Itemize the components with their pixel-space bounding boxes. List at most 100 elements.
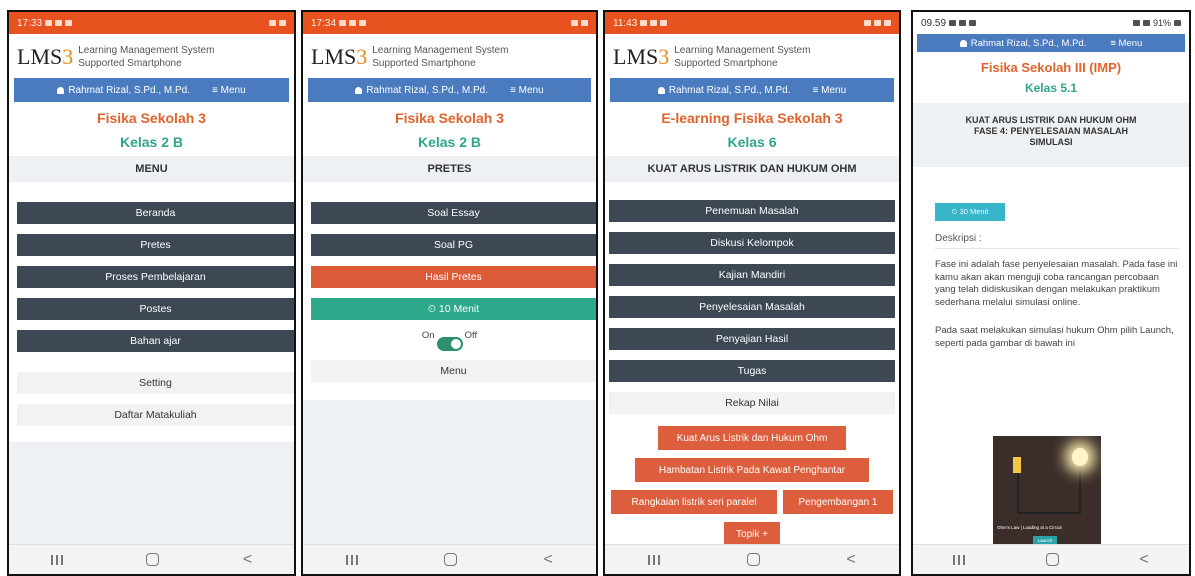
status-time: 17:33 bbox=[17, 17, 43, 29]
signal-icon bbox=[349, 20, 357, 26]
top-navbar: Rahmat Rizal, S.Pd., M.Pd. ≡ Menu bbox=[308, 78, 591, 102]
user-menu[interactable]: Rahmat Rizal, S.Pd., M.Pd. bbox=[355, 85, 488, 96]
lms3-logo[interactable]: LMS3 bbox=[17, 44, 73, 70]
battery-percent: 91% bbox=[1152, 18, 1171, 28]
phet-simulation-image[interactable]: Ohm's Law | Loading at a Circuit Launch bbox=[993, 436, 1101, 550]
home-icon[interactable] bbox=[746, 553, 760, 566]
penyelesaian-masalah-button[interactable]: Penyelesaian Masalah bbox=[609, 296, 895, 318]
status-bar: 11:43 bbox=[605, 12, 899, 34]
section-heading: PRETES bbox=[303, 156, 596, 182]
lms3-logo[interactable]: LMS3 bbox=[311, 44, 367, 70]
topic-pengembangan-button[interactable]: Pengembangan 1 bbox=[783, 490, 893, 514]
status-time: 09.59 bbox=[921, 17, 947, 29]
home-icon[interactable] bbox=[444, 553, 458, 566]
wifi-icon bbox=[571, 20, 578, 26]
on-off-toggle[interactable] bbox=[436, 337, 463, 351]
penyajian-hasil-button[interactable]: Penyajian Hasil bbox=[609, 328, 895, 350]
topic-list: Kuat Arus Listrik dan Hukum Ohm Hambatan… bbox=[605, 426, 899, 554]
menu-button[interactable]: ≡ Menu bbox=[510, 85, 544, 96]
course-title: Fisika Sekolah 3 bbox=[395, 110, 504, 126]
home-icon[interactable] bbox=[1045, 553, 1059, 566]
postes-button[interactable]: Postes bbox=[17, 298, 294, 320]
status-bar: 09.59 91% bbox=[913, 12, 1189, 34]
class-title: Kelas 5.1 bbox=[1024, 81, 1078, 95]
back-icon[interactable]: < bbox=[243, 551, 252, 569]
class-title: Kelas 2 B bbox=[417, 134, 482, 150]
battery-icon bbox=[1174, 20, 1181, 26]
top-navbar: Rahmat Rizal, S.Pd., M.Pd. ≡ Menu bbox=[14, 78, 289, 102]
kajian-mandiri-button[interactable]: Kajian Mandiri bbox=[609, 264, 895, 286]
menu-button[interactable]: ≡ Menu bbox=[212, 85, 246, 96]
battery-icon bbox=[279, 20, 286, 26]
mail-icon bbox=[660, 20, 668, 26]
top-navbar: Rahmat Rizal, S.Pd., M.Pd. ≡ Menu bbox=[917, 34, 1185, 52]
setting-button[interactable]: Setting bbox=[17, 372, 294, 394]
course-title: Fisika Sekolah III (IMP) bbox=[980, 60, 1122, 75]
whatsapp-icon bbox=[650, 20, 658, 26]
tugas-button[interactable]: Tugas bbox=[609, 360, 895, 382]
menu-button[interactable]: ≡ Menu bbox=[1110, 38, 1142, 49]
gallery-icon bbox=[640, 20, 648, 26]
user-icon bbox=[657, 86, 665, 94]
user-menu[interactable]: Rahmat Rizal, S.Pd., M.Pd. bbox=[959, 38, 1086, 49]
beranda-button[interactable]: Beranda bbox=[17, 202, 294, 224]
home-icon[interactable] bbox=[146, 553, 160, 566]
description-label: Deskripsi : bbox=[935, 233, 1179, 249]
lms3-logo[interactable]: LMS3 bbox=[613, 44, 669, 70]
empty-area bbox=[303, 400, 596, 544]
wifi-icon bbox=[1142, 20, 1150, 26]
class-title: Kelas 6 bbox=[727, 134, 777, 150]
status-bar: 17:33 bbox=[9, 12, 294, 34]
android-nav-bar: < bbox=[9, 544, 294, 574]
android-nav-bar: < bbox=[303, 544, 596, 574]
phone-screen-menu: 17:33 LMS3 Learning Management System Sup… bbox=[7, 10, 296, 576]
user-menu[interactable]: Rahmat Rizal, S.Pd., M.Pd. bbox=[657, 85, 791, 96]
phone-screen-topic: 11:43 LMS3 Learning Management System Sup… bbox=[603, 10, 901, 576]
hasil-pretes-button[interactable]: Hasil Pretes bbox=[311, 266, 596, 288]
back-icon[interactable]: < bbox=[846, 551, 855, 569]
user-icon bbox=[959, 39, 967, 47]
proses-pembelajaran-button[interactable]: Proses Pembelajaran bbox=[17, 266, 294, 288]
mail-icon bbox=[359, 20, 367, 26]
alarm-icon bbox=[864, 20, 871, 26]
daftar-matakuliah-button[interactable]: Daftar Matakuliah bbox=[17, 404, 294, 426]
app-header: LMS3 Learning Management System Supported… bbox=[303, 34, 596, 78]
topic-kuat-arus-button[interactable]: Kuat Arus Listrik dan Hukum Ohm bbox=[658, 426, 846, 450]
battery-graphic bbox=[1012, 456, 1022, 474]
diskusi-kelompok-button[interactable]: Diskusi Kelompok bbox=[609, 232, 895, 254]
bahan-ajar-button[interactable]: Bahan ajar bbox=[17, 330, 294, 352]
timer-badge: ⏲ 10 Menit bbox=[311, 298, 596, 320]
rekap-nilai-button[interactable]: Rekap Nilai bbox=[609, 392, 895, 414]
status-bar: 17:34 bbox=[303, 12, 596, 34]
recents-icon[interactable] bbox=[346, 554, 359, 565]
menu-button[interactable]: ≡ Menu bbox=[813, 85, 847, 96]
section-heading: MENU bbox=[9, 156, 294, 182]
status-time: 17:34 bbox=[311, 17, 337, 29]
topic-hambatan-button[interactable]: Hambatan Listrik Pada Kawat Penghantar bbox=[635, 458, 869, 482]
mail-icon bbox=[969, 20, 977, 26]
recents-icon[interactable] bbox=[648, 554, 661, 565]
topic-rangkaian-button[interactable]: Rangkaian listrik seri paralel bbox=[611, 490, 777, 514]
recents-icon[interactable] bbox=[953, 554, 966, 565]
soal-essay-button[interactable]: Soal Essay bbox=[311, 202, 596, 224]
user-menu[interactable]: Rahmat Rizal, S.Pd., M.Pd. bbox=[57, 85, 190, 96]
empty-area bbox=[9, 442, 294, 544]
penemuan-masalah-button[interactable]: Penemuan Masalah bbox=[609, 200, 895, 222]
back-icon[interactable]: < bbox=[1139, 551, 1148, 569]
gallery-icon bbox=[959, 20, 967, 26]
menu-back-button[interactable]: Menu bbox=[311, 360, 596, 382]
section-heading: KUAT ARUS LISTRIK DAN HUKUM OHM bbox=[605, 156, 899, 182]
activity-heading: KUAT ARUS LISTRIK DAN HUKUM OHM FASE 4: … bbox=[913, 103, 1189, 167]
simulation-caption: Ohm's Law | Loading at a Circuit bbox=[997, 525, 1062, 530]
description-text: Fase ini adalah fase penyelesaian masala… bbox=[935, 259, 1178, 308]
add-topic-button[interactable]: Topik + bbox=[724, 522, 780, 546]
logo-tagline: Learning Management System Supported Smar… bbox=[372, 45, 509, 69]
on-off-toggle-row: On Off bbox=[303, 330, 596, 356]
topic-row: Rangkaian listrik seri paralel Pengemban… bbox=[611, 490, 893, 522]
back-icon[interactable]: < bbox=[544, 551, 553, 569]
course-title: E-learning Fisika Sekolah 3 bbox=[661, 110, 843, 126]
gallery-icon bbox=[339, 20, 347, 26]
recents-icon[interactable] bbox=[50, 554, 63, 565]
pretes-button[interactable]: Pretes bbox=[17, 234, 294, 256]
soal-pg-button[interactable]: Soal PG bbox=[311, 234, 596, 256]
